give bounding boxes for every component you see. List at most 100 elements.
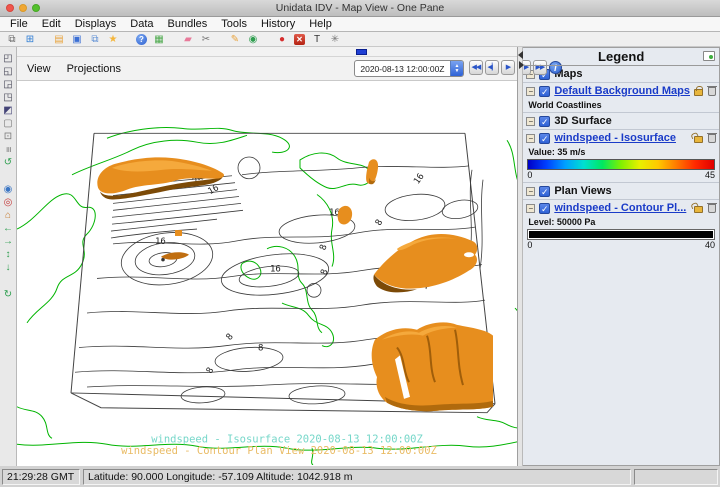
spinner-icon[interactable]: ▲▼: [450, 61, 463, 76]
clock-readout: 21:29:28 GMT: [2, 469, 80, 485]
collapse-toggle-icon[interactable]: −: [526, 134, 535, 143]
plan-views-checkbox[interactable]: ✓: [539, 186, 550, 197]
time-slider-strip[interactable]: [17, 47, 517, 57]
display-link[interactable]: Default Background Maps: [554, 85, 690, 97]
menu-bar: File Edit Displays Data Bundles Tools Hi…: [0, 17, 720, 32]
rotate-cube-bottom-icon[interactable]: ◱: [1, 65, 15, 78]
rotate-cube-right-icon[interactable]: ◳: [1, 91, 15, 104]
edit-pencil-icon[interactable]: ✎: [229, 34, 241, 45]
zoom-in-globe-icon[interactable]: ◉: [1, 183, 15, 196]
contour-label: 16: [412, 172, 426, 186]
record-icon[interactable]: ●: [276, 34, 288, 45]
contour-label: 8: [258, 344, 263, 354]
legend-section-3d-surface: − ✓ 3D Surface: [523, 112, 719, 129]
pan-right-icon[interactable]: →: [1, 235, 15, 248]
display-link[interactable]: windspeed - Contour Pl...: [554, 202, 690, 214]
item-checkbox[interactable]: ✓: [539, 203, 550, 214]
show-dashboard-icon[interactable]: ⧉: [6, 34, 18, 45]
settings-icon[interactable]: ✳: [329, 34, 341, 45]
collapse-toggle-icon[interactable]: −: [526, 187, 535, 196]
unlock-icon[interactable]: [694, 136, 703, 143]
colorbar-max: 45: [705, 170, 715, 180]
contour-label: 8: [205, 366, 216, 376]
display-captions: windspeed - Isosurface 2020-08-13 12:00:…: [121, 433, 437, 457]
trash-icon[interactable]: [708, 134, 716, 143]
colorbar-min: 0: [527, 240, 532, 250]
plan-level-label: Level: 50000 Pa: [523, 216, 719, 229]
pan-down-icon[interactable]: ↓: [1, 261, 15, 274]
rotate-auto-icon[interactable]: ↻: [1, 288, 15, 301]
rotate-cube-left-icon[interactable]: ◲: [1, 78, 15, 91]
coastlines-layer: [17, 128, 517, 465]
text-icon[interactable]: T: [311, 34, 323, 45]
legend-item-default-background-maps: − ✓ Default Background Maps: [523, 82, 719, 99]
panel-splitter[interactable]: [518, 47, 524, 466]
step-back-button[interactable]: ◀▏: [485, 60, 499, 75]
menu-item-data[interactable]: Data: [130, 18, 153, 30]
cut-scissors-icon[interactable]: ✂: [200, 34, 212, 45]
collapse-left-icon[interactable]: [518, 51, 523, 59]
menu-item-history[interactable]: History: [261, 18, 295, 30]
trash-icon[interactable]: [708, 87, 716, 96]
projections-menu[interactable]: Projections: [67, 63, 121, 75]
contour-label: 8: [318, 243, 329, 251]
map-3d-canvas[interactable]: 24 16 16 16 8 8 16 8 16 16 8 8 8: [17, 81, 517, 466]
section-label: 3D Surface: [554, 115, 611, 127]
help-icon[interactable]: ?: [136, 34, 147, 45]
contour-label: 16: [155, 237, 166, 247]
collapse-toggle-icon[interactable]: −: [526, 117, 535, 126]
trash-icon[interactable]: [708, 204, 716, 213]
float-legend-icon[interactable]: [703, 51, 715, 61]
legend-header: Legend: [523, 48, 719, 66]
menu-item-edit[interactable]: Edit: [42, 18, 61, 30]
display-link[interactable]: windspeed - Isosurface: [554, 132, 690, 144]
pan-vertical-icon[interactable]: ↕: [1, 248, 15, 261]
surface-checkbox[interactable]: ✓: [539, 116, 550, 127]
menu-item-tools[interactable]: Tools: [221, 18, 247, 30]
open-bundle-icon[interactable]: ▤: [53, 34, 65, 45]
status-extra-box: [634, 469, 718, 485]
plan-colorbar-range: 0 40: [523, 240, 719, 252]
export-image-icon[interactable]: ▦: [153, 34, 165, 45]
delete-stop-icon[interactable]: ✕: [294, 34, 305, 45]
save-bundle-icon[interactable]: ▣: [71, 34, 83, 45]
new-display-window-icon[interactable]: ⊞: [24, 34, 36, 45]
menu-item-displays[interactable]: Displays: [75, 18, 117, 30]
time-slider-handle[interactable]: [356, 49, 367, 55]
legend-item-windspeed-isosurface: − ✓ windspeed - Isosurface: [523, 129, 719, 146]
perspective-view-icon[interactable]: ◩: [1, 104, 15, 117]
vertical-scale-icon[interactable]: ≡: [1, 143, 15, 156]
reset-view-icon[interactable]: ↺: [1, 156, 15, 169]
globe-icon[interactable]: ◉: [247, 34, 259, 45]
time-select-dropdown[interactable]: 2020-08-13 12:00:00Z ▲▼: [354, 60, 464, 77]
play-button[interactable]: ▶: [501, 60, 515, 75]
menu-item-help[interactable]: Help: [309, 18, 332, 30]
menu-item-bundles[interactable]: Bundles: [168, 18, 208, 30]
title-bar: Unidata IDV - Map View - One Pane: [0, 0, 720, 17]
scene-svg: 24 16 16 16 8 8 16 8 16 16 8 8 8: [17, 81, 517, 465]
eraser-icon[interactable]: ▰: [182, 34, 194, 45]
item-checkbox[interactable]: ✓: [539, 86, 550, 97]
time-value: 2020-08-13 12:00:00Z: [355, 64, 450, 74]
wireframe-box-icon[interactable]: ⊡: [1, 130, 15, 143]
isosurface-caption: windspeed - Isosurface 2020-08-13 12:00:…: [151, 433, 423, 445]
rainbow-colorbar[interactable]: [527, 159, 715, 170]
box-outline-icon[interactable]: ▢: [1, 117, 15, 130]
rotate-cube-top-icon[interactable]: ◰: [1, 52, 15, 65]
zoom-out-globe-icon[interactable]: ◎: [1, 196, 15, 209]
collapse-toggle-icon[interactable]: −: [526, 87, 535, 96]
contour-label: 8: [374, 218, 385, 228]
favorites-star-icon[interactable]: ★: [107, 34, 119, 45]
unlock-icon[interactable]: [694, 206, 703, 213]
home-view-icon[interactable]: ⌂: [1, 209, 15, 222]
collapse-toggle-icon[interactable]: −: [526, 204, 535, 213]
menu-item-file[interactable]: File: [10, 18, 28, 30]
rewind-button[interactable]: ◀◀: [469, 60, 483, 75]
lock-icon[interactable]: [694, 89, 703, 96]
copy-display-icon[interactable]: ⧉: [89, 34, 101, 45]
item-checkbox[interactable]: ✓: [539, 133, 550, 144]
legend-panel: Legend − ✓ Maps − ✓ Default Background M…: [523, 47, 720, 466]
plan-colorbar[interactable]: [527, 229, 715, 240]
pan-left-icon[interactable]: ←: [1, 222, 15, 235]
view-menu[interactable]: View: [27, 63, 51, 75]
